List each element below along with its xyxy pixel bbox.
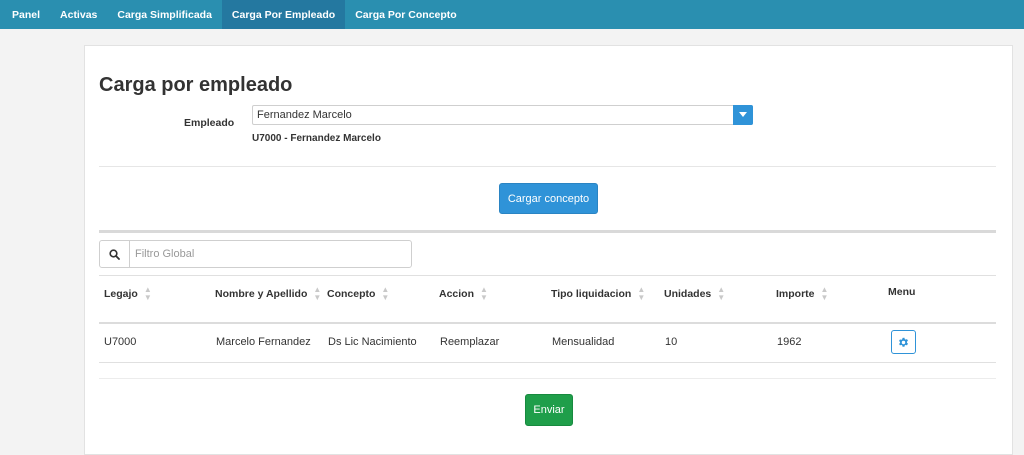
column-header-label: Tipo liquidacion [551,288,632,300]
sort-icon[interactable]: ▲ ▼ [480,286,488,302]
nav-item-carga-por-empleado[interactable]: Carga Por Empleado [221,0,346,29]
column-header-label: Concepto [327,288,376,300]
column-header-label: Menu [888,286,916,298]
empleado-label: Empleado [184,117,235,129]
cargar-concepto-button[interactable]: Cargar concepto [499,183,598,214]
column-header-label: Nombre y Apellido [215,288,308,300]
cell-nombre: Marcelo Fernandez [216,336,311,348]
column-header-importe[interactable]: Importe ▲ ▼ [776,286,828,302]
nav-item-activas[interactable]: Activas [50,0,107,29]
nav-item-carga-simplificada[interactable]: Carga Simplificada [107,0,222,29]
column-header-nombre[interactable]: Nombre y Apellido ▲ ▼ [215,286,321,302]
column-header-label: Legajo [104,288,138,300]
nav-item-carga-por-concepto[interactable]: Carga Por Concepto [345,0,467,29]
sort-icon[interactable]: ▲ ▼ [637,286,645,302]
cell-legajo: U7000 [104,336,137,348]
global-filter-input[interactable] [130,242,411,266]
column-header-label: Accion [439,288,475,300]
column-header-label: Unidades [664,288,712,300]
caret-down-icon[interactable] [733,105,753,125]
row-menu-button[interactable] [891,330,916,354]
column-header-legajo[interactable]: Legajo ▲ ▼ [104,286,152,302]
sort-icon[interactable]: ▲ ▼ [717,286,725,302]
sort-icon[interactable]: ▲ ▼ [313,286,321,302]
divider [99,378,996,379]
column-header-concepto[interactable]: Concepto ▲ ▼ [327,286,389,302]
cell-accion: Reemplazar [440,336,500,348]
empleado-code: U7000 - Fernandez Marcelo [252,133,381,144]
empleado-select-value: Fernandez Marcelo [257,109,352,121]
sort-icon[interactable]: ▲ ▼ [144,286,152,302]
sort-icon[interactable]: ▲ ▼ [381,286,389,302]
top-navbar: Panel Activas Carga Simplificada Carga P… [0,0,1024,29]
sort-icon[interactable]: ▲ ▼ [821,286,829,302]
page-title: Carga por empleado [99,74,293,96]
divider [99,166,996,167]
table-header-top-border [99,275,996,276]
nav-item-panel[interactable]: Panel [2,0,50,29]
cell-unidades: 10 [665,336,678,348]
column-header-tipo-liquidacion[interactable]: Tipo liquidacion ▲ ▼ [551,286,645,302]
cell-concepto: Ds Lic Nacimiento [328,336,417,348]
enviar-button[interactable]: Enviar [525,394,573,426]
global-filter [99,240,412,268]
empleado-select[interactable]: Fernandez Marcelo [252,105,753,125]
gear-icon [899,337,908,347]
main-card: Carga por empleado Empleado Fernandez Ma… [84,45,1013,455]
table-header-bottom-border [99,322,996,324]
search-icon [100,241,130,267]
column-header-label: Importe [776,288,815,300]
column-header-menu: Menu [888,286,915,298]
divider [99,230,996,233]
column-header-unidades[interactable]: Unidades ▲ ▼ [664,286,725,302]
column-header-accion[interactable]: Accion ▲ ▼ [439,286,488,302]
table-row-border [99,362,996,363]
cell-importe: 1962 [777,336,802,348]
cell-tipo-liquidacion: Mensualidad [552,336,615,348]
